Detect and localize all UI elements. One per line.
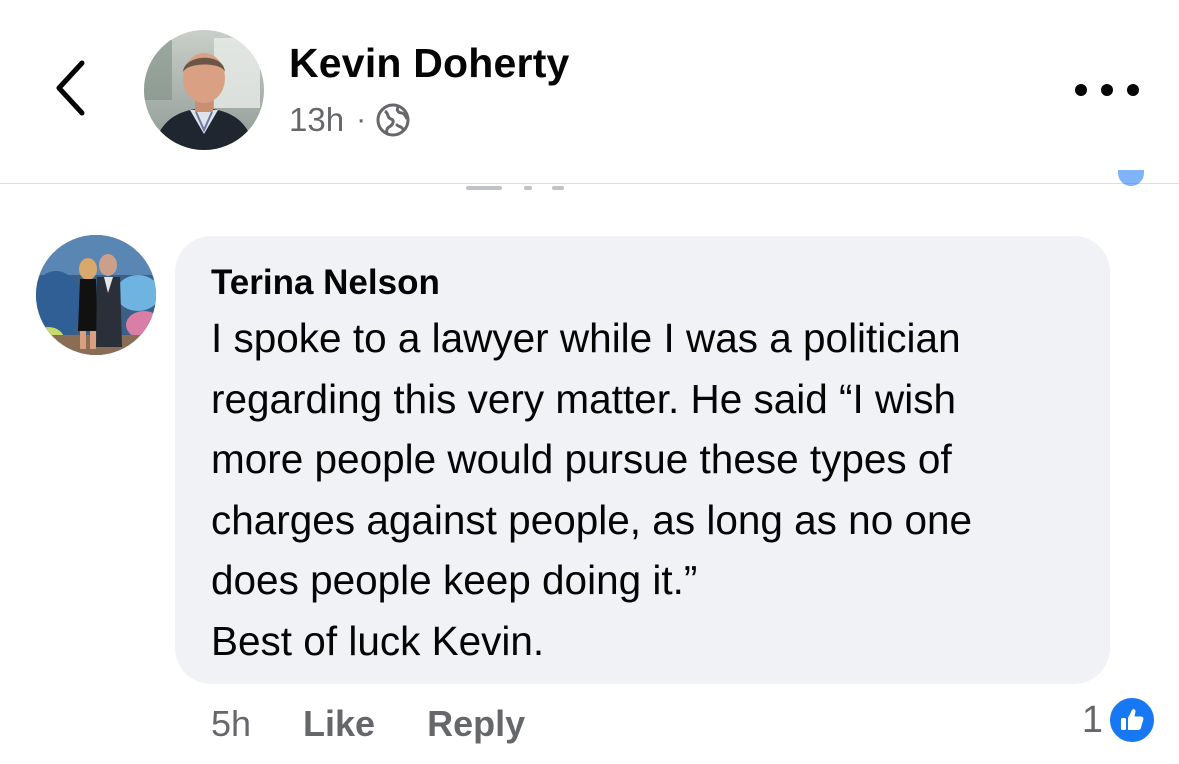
more-dot [1075, 84, 1087, 96]
more-dot [1127, 84, 1139, 96]
scroll-remnant [524, 186, 532, 190]
comment-text-line: regarding this very matter. He said “I w… [211, 375, 957, 422]
reaction-summary[interactable]: 1 [1082, 694, 1157, 746]
commenter-avatar[interactable] [36, 235, 156, 355]
scroll-remnant [466, 186, 502, 190]
comment-bubble[interactable]: Terina Nelson I spoke to a lawyer while … [175, 236, 1110, 684]
comment-text-line: more people would pursue these types of [211, 436, 952, 482]
comment-actions: 5h Like Reply [211, 700, 525, 748]
thumbs-up-icon [1107, 695, 1157, 745]
post-meta: 13h · [289, 100, 410, 140]
poster-avatar[interactable] [144, 30, 264, 150]
more-dot [1101, 84, 1113, 96]
comment-text-line: charges against people, as long as no on… [211, 496, 973, 543]
like-button[interactable]: Like [303, 703, 375, 745]
post-header: Kevin Doherty 13h · [0, 0, 1179, 184]
reply-button[interactable]: Reply [427, 703, 525, 745]
poster-name[interactable]: Kevin Doherty [289, 40, 570, 87]
reaction-count: 1 [1081, 698, 1103, 741]
comment-time[interactable]: 5h [211, 703, 251, 745]
globe-icon [376, 103, 410, 137]
comment-text-line: Best of luck Kevin. [211, 617, 545, 664]
more-options-button[interactable] [1075, 72, 1139, 108]
post-time[interactable]: 13h [289, 101, 344, 139]
commenter-name[interactable]: Terina Nelson [211, 262, 1074, 308]
chevron-left-icon [56, 60, 85, 116]
back-button[interactable] [44, 56, 96, 120]
comment-text-line: does people keep doing it.” [211, 557, 698, 603]
comment-thread-screen: Kevin Doherty 13h · Terina Nelson I spok… [0, 0, 1179, 764]
scroll-remnant [552, 186, 564, 190]
comment-text-line: I spoke to a lawyer while I was a politi… [211, 315, 961, 361]
meta-separator: · [356, 103, 367, 136]
